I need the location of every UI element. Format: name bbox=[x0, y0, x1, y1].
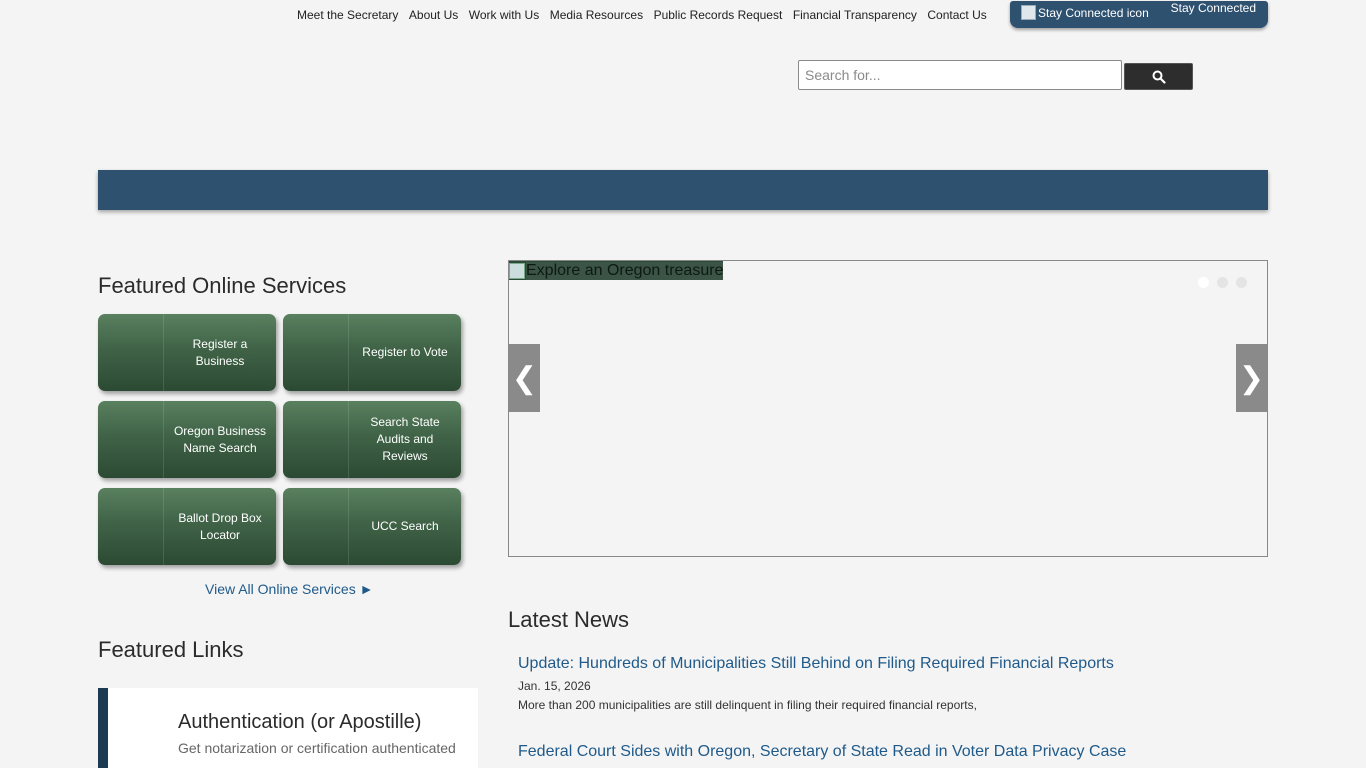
service-label: Register to Vote bbox=[362, 345, 448, 359]
stay-connected-button[interactable]: Stay Connected icon Stay Connected bbox=[1010, 1, 1268, 28]
service-icon bbox=[283, 314, 349, 391]
search-button[interactable] bbox=[1124, 63, 1193, 90]
news-date: Jan. 15, 2026 bbox=[518, 679, 591, 693]
service-ballot-drop-box-button[interactable]: Ballot Drop Box Locator bbox=[98, 488, 276, 565]
search-input[interactable] bbox=[798, 60, 1122, 90]
carousel-slide-image[interactable]: Explore an Oregon treasure bbox=[509, 261, 724, 280]
nav-link-work-with-us[interactable]: Work with Us bbox=[469, 7, 539, 23]
carousel-dots bbox=[1198, 277, 1247, 288]
nav-link-contact-us[interactable]: Contact Us bbox=[927, 7, 986, 23]
service-label: Ballot Drop Box Locator bbox=[178, 510, 262, 542]
service-register-to-vote-button[interactable]: Register to Vote bbox=[283, 314, 461, 391]
service-icon bbox=[283, 401, 349, 478]
service-icon bbox=[283, 488, 349, 565]
featured-services-heading: Featured Online Services bbox=[98, 273, 347, 298]
service-business-name-search-button[interactable]: Oregon Business Name Search bbox=[98, 401, 276, 478]
chevron-left-icon: ❮ bbox=[511, 361, 538, 395]
news-title-link[interactable]: Federal Court Sides with Oregon, Secreta… bbox=[518, 743, 1126, 760]
carousel-prev-button[interactable]: ❮ bbox=[509, 344, 540, 412]
hero-carousel: Explore an Oregon treasure ❮ ❯ bbox=[508, 260, 1268, 557]
nav-link-meet-the-secretary[interactable]: Meet the Secretary bbox=[297, 7, 398, 23]
main-nav-bar bbox=[98, 170, 1268, 210]
nav-link-financial-transparency[interactable]: Financial Transparency bbox=[793, 7, 917, 23]
featured-link-subtitle: Get notarization or certification authen… bbox=[178, 740, 456, 756]
nav-link-public-records-request[interactable]: Public Records Request bbox=[654, 7, 783, 23]
service-icon bbox=[98, 401, 164, 478]
service-search-audits-button[interactable]: Search State Audits and Reviews bbox=[283, 401, 461, 478]
top-nav: Meet the Secretary About Us Work with Us… bbox=[297, 7, 997, 23]
carousel-next-button[interactable]: ❯ bbox=[1236, 344, 1267, 412]
service-label: UCC Search bbox=[371, 519, 439, 533]
stay-connected-label: Stay Connected bbox=[1170, 1, 1256, 15]
service-ucc-search-button[interactable]: UCC Search bbox=[283, 488, 461, 565]
news-item: Update: Hundreds of Municipalities Still… bbox=[518, 655, 1114, 712]
services-grid: Register a Business Register to Vote Ore… bbox=[98, 314, 462, 565]
featured-link-title: Authentication (or Apostille) bbox=[178, 711, 422, 733]
service-label: Search State Audits and Reviews bbox=[370, 415, 440, 463]
service-label: Register a Business bbox=[192, 336, 248, 368]
carousel-dot[interactable] bbox=[1236, 277, 1247, 288]
latest-news-heading: Latest News bbox=[508, 607, 630, 632]
news-item: Federal Court Sides with Oregon, Secreta… bbox=[518, 743, 1126, 761]
carousel-dot[interactable] bbox=[1198, 277, 1209, 288]
nav-link-media-resources[interactable]: Media Resources bbox=[550, 7, 643, 23]
featured-links-heading: Featured Links bbox=[98, 637, 244, 662]
carousel-slide-alt-text: Explore an Oregon treasure bbox=[526, 261, 724, 280]
nav-link-about-us[interactable]: About Us bbox=[409, 7, 458, 23]
search-icon bbox=[1152, 70, 1166, 84]
news-description: More than 200 municipalities are still d… bbox=[518, 698, 977, 712]
featured-link-card[interactable]: Authentication (or Apostille) Get notari… bbox=[98, 688, 478, 768]
broken-image-icon bbox=[509, 262, 525, 279]
news-title-link[interactable]: Update: Hundreds of Municipalities Still… bbox=[518, 655, 1114, 672]
service-icon bbox=[98, 314, 164, 391]
service-icon bbox=[98, 488, 164, 565]
stay-connected-icon-alt: Stay Connected icon bbox=[1038, 5, 1149, 20]
service-register-business-button[interactable]: Register a Business bbox=[98, 314, 276, 391]
service-label: Oregon Business Name Search bbox=[173, 423, 267, 455]
carousel-dot[interactable] bbox=[1217, 277, 1228, 288]
chevron-right-icon: ❯ bbox=[1238, 361, 1265, 395]
stay-connected-icon: Stay Connected icon bbox=[1021, 5, 1149, 20]
view-all-services-link[interactable]: View All Online Services ► bbox=[205, 581, 373, 597]
